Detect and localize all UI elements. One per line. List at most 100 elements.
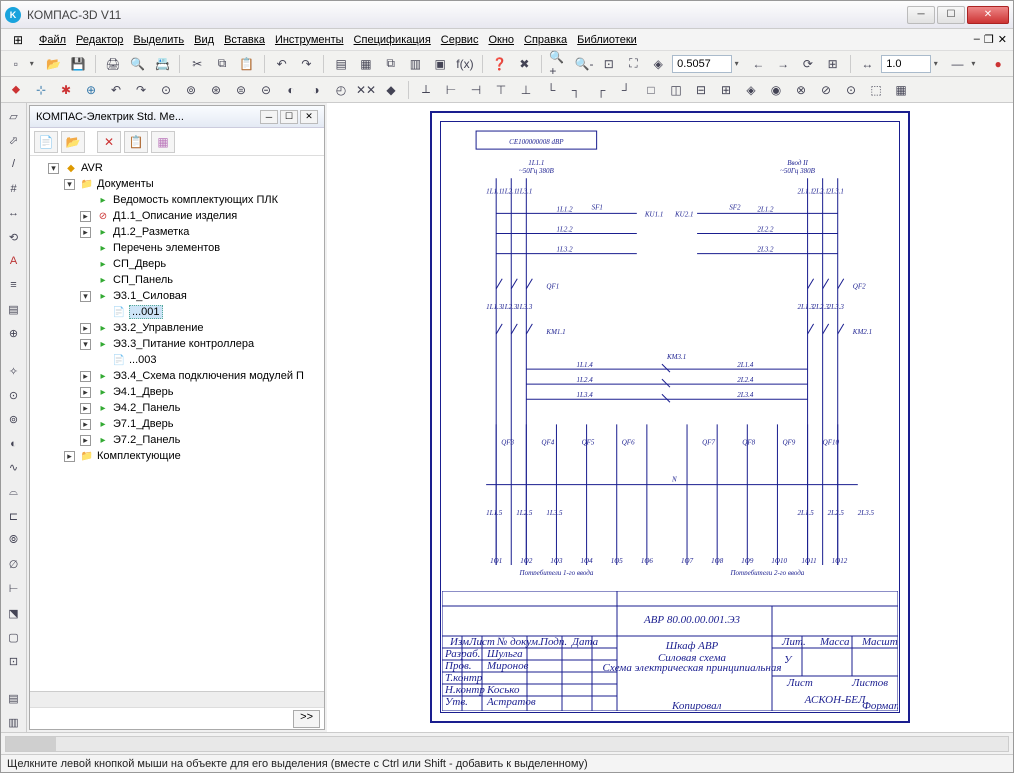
s7-icon[interactable]: ⊛ [205, 79, 227, 101]
e9-icon[interactable]: ┘ [615, 79, 637, 101]
menu-libs[interactable]: Библиотеки [577, 34, 637, 46]
vt19-icon[interactable]: ∅ [4, 556, 24, 574]
s9-icon[interactable]: ⊝ [255, 79, 277, 101]
e3-icon[interactable]: ⊣ [465, 79, 487, 101]
close-button[interactable]: ✕ [967, 6, 1009, 24]
vt10-icon[interactable]: ⊕ [4, 325, 24, 343]
zoom-value[interactable]: 0.5057 [672, 55, 731, 73]
e11-icon[interactable]: ◫ [665, 79, 687, 101]
mdi-restore[interactable]: ❐ [984, 33, 994, 46]
cascade-icon[interactable]: ⧉ [380, 53, 402, 75]
tree-schema-2[interactable]: ▸▸Э3.2_Управление [80, 320, 322, 336]
panel-more-button[interactable]: >> [293, 710, 320, 728]
tree-schema-7[interactable]: ▸▸Э7.1_Дверь [80, 416, 322, 432]
menu-tools[interactable]: Инструменты [275, 34, 344, 46]
vt1-icon[interactable]: ▱ [4, 107, 24, 125]
tree-root[interactable]: ▾◆AVR [48, 160, 322, 176]
minimize-button[interactable]: ─ [907, 6, 935, 24]
maximize-button[interactable]: ☐ [937, 6, 965, 24]
print-icon[interactable]: 🖨 [102, 53, 124, 75]
paste-icon[interactable]: 📋 [236, 53, 258, 75]
vt6-icon[interactable]: ⟲ [4, 228, 24, 246]
zoom-in-icon[interactable]: 🔍+ [548, 53, 570, 75]
redo-icon[interactable]: ↷ [295, 53, 317, 75]
vt12-icon[interactable]: ⊙ [4, 386, 24, 404]
e16-icon[interactable]: ⊗ [790, 79, 812, 101]
e20-icon[interactable]: ▦ [890, 79, 912, 101]
vt22-icon[interactable]: ▢ [4, 628, 24, 646]
e10-icon[interactable]: □ [640, 79, 662, 101]
tree-schema-1[interactable]: ▾▸Э3.1_Силовая [80, 288, 322, 304]
e14-icon[interactable]: ◈ [740, 79, 762, 101]
menu-view[interactable]: Вид [194, 34, 214, 46]
zoom-fit-icon[interactable]: ⛶ [623, 53, 645, 75]
panel-comp-icon[interactable]: ▦ [151, 131, 175, 153]
vt2-icon[interactable]: ⬀ [4, 131, 24, 149]
e8-icon[interactable]: ┌ [590, 79, 612, 101]
save-icon[interactable]: 💾 [67, 53, 89, 75]
e4-icon[interactable]: ⊤ [490, 79, 512, 101]
vt17-icon[interactable]: ⊏ [4, 507, 24, 525]
tree-doc-3[interactable]: ▸Перечень элементов [80, 240, 322, 256]
copy-icon[interactable]: ⧉ [211, 53, 233, 75]
pan-left-icon[interactable]: ← [747, 53, 769, 75]
tree-doc-4[interactable]: ▸СП_Дверь [80, 256, 322, 272]
e17-icon[interactable]: ⊘ [815, 79, 837, 101]
grid-icon[interactable]: ⊞ [822, 53, 844, 75]
app-menu-icon[interactable]: ⊞ [7, 29, 29, 51]
vt4-icon[interactable]: # [4, 180, 24, 198]
e2-icon[interactable]: ⊢ [440, 79, 462, 101]
vt3-icon[interactable]: / [4, 155, 24, 173]
menu-help[interactable]: Справка [524, 34, 567, 46]
tree-components[interactable]: ▸📁Комплектующие [64, 448, 322, 464]
project-tree[interactable]: ▾◆AVR ▾📁Документы ▸Ведомость комплектующ… [30, 156, 324, 691]
e7-icon[interactable]: ┐ [565, 79, 587, 101]
panel-del-icon[interactable]: ✕ [97, 131, 121, 153]
s14-icon[interactable]: ◆ [380, 79, 402, 101]
tree-schema-8[interactable]: ▸▸Э7.2_Панель [80, 432, 322, 448]
fx-icon[interactable]: f(x) [454, 53, 476, 75]
props-icon[interactable]: ▤ [330, 53, 352, 75]
tree-schema-3[interactable]: ▾▸Э3.3_Питание контроллера [80, 336, 322, 352]
vt20-icon[interactable]: ⊢ [4, 580, 24, 598]
libs-icon[interactable]: ▣ [429, 53, 451, 75]
s6-icon[interactable]: ⊚ [180, 79, 202, 101]
menu-service[interactable]: Сервис [441, 34, 479, 46]
zoom-window-icon[interactable]: ⊡ [598, 53, 620, 75]
open-icon[interactable]: 📂 [43, 53, 65, 75]
print2-icon[interactable]: 📇 [152, 53, 174, 75]
menu-file[interactable]: Файл [39, 34, 66, 46]
tile-icon[interactable]: ▥ [405, 53, 427, 75]
panel-hscroll[interactable] [30, 691, 324, 707]
vt13-icon[interactable]: ⊚ [4, 410, 24, 428]
panel-new-icon[interactable]: 📄 [34, 131, 58, 153]
preview-icon[interactable]: 🔍 [127, 53, 149, 75]
vt16-icon[interactable]: ⌓ [4, 483, 24, 501]
mdi-close[interactable]: ✕ [998, 33, 1007, 46]
tree-sheet-001[interactable]: 📄...001 [96, 304, 322, 320]
vt23-icon[interactable]: ⊡ [4, 652, 24, 670]
new-icon[interactable]: ▫ [5, 53, 27, 75]
tree-schema-6[interactable]: ▸▸Э4.2_Панель [80, 400, 322, 416]
tree-sheet-003[interactable]: 📄...003 [96, 352, 322, 368]
dim-icon[interactable]: ↔ [856, 53, 878, 75]
snap3-icon[interactable]: ✱ [55, 79, 77, 101]
panel-open-icon[interactable]: 📂 [61, 131, 85, 153]
panel-max-icon[interactable]: ☐ [280, 110, 298, 124]
zoom-out-icon[interactable]: 🔍- [573, 53, 595, 75]
vt18-icon[interactable]: ⦾ [4, 531, 24, 549]
vt15-icon[interactable]: ∿ [4, 459, 24, 477]
s10-icon[interactable]: ◐ [280, 79, 302, 101]
snap1-icon[interactable]: ⬥ [5, 79, 27, 101]
pan-right-icon[interactable]: → [772, 53, 794, 75]
layers-icon[interactable]: ▦ [355, 53, 377, 75]
zoom-all-icon[interactable]: ◈ [647, 53, 669, 75]
e19-icon[interactable]: ⬚ [865, 79, 887, 101]
stop-icon[interactable]: ✖ [514, 53, 536, 75]
magnet-icon[interactable]: ● [987, 53, 1009, 75]
tree-doc-1[interactable]: ▸⊘Д1.1_Описание изделия [80, 208, 322, 224]
s11-icon[interactable]: ◑ [305, 79, 327, 101]
snap2-icon[interactable]: ⊹ [30, 79, 52, 101]
panel-close-icon[interactable]: ✕ [300, 110, 318, 124]
menu-window[interactable]: Окно [488, 34, 514, 46]
